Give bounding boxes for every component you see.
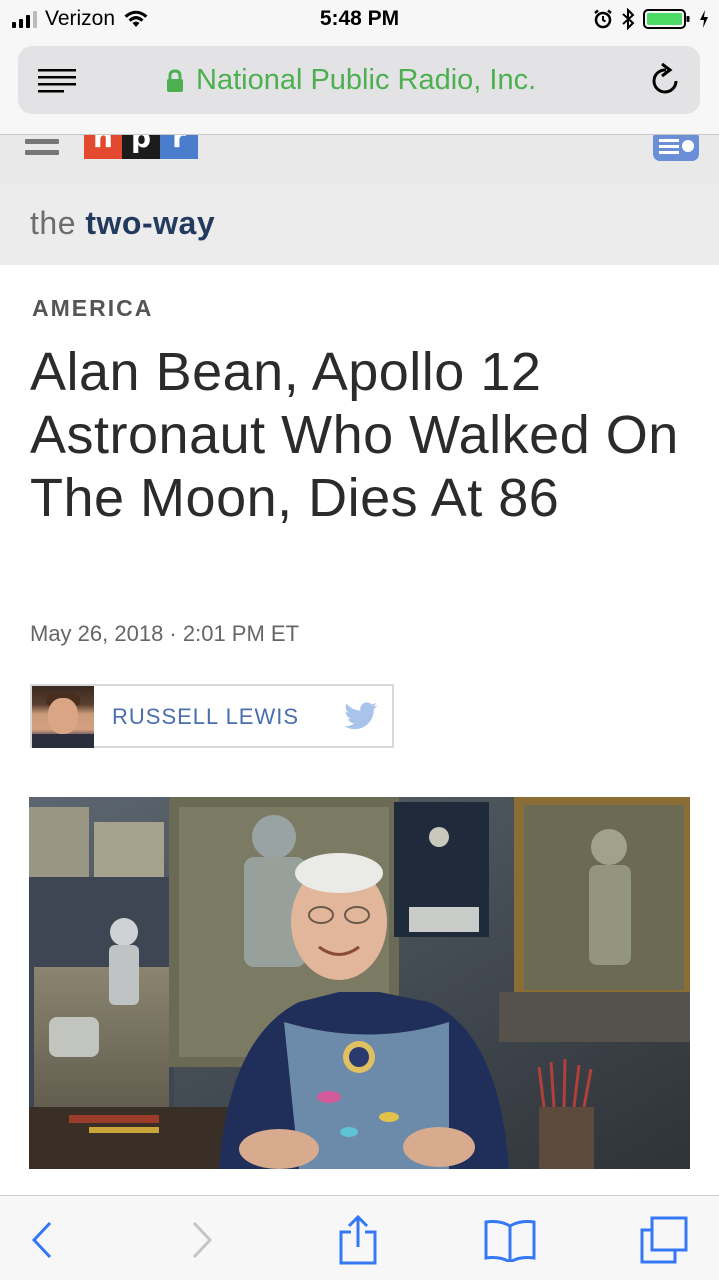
section-name: two-way [85,205,216,241]
author-name[interactable]: RUSSELL LEWIS [112,704,299,730]
logo-letter-n: n [84,135,122,159]
share-button[interactable] [328,1212,388,1268]
lock-icon [167,68,183,92]
hamburger-menu-icon[interactable] [25,139,59,161]
tabs-button[interactable] [634,1212,694,1268]
bluetooth-icon [622,8,635,30]
section-banner[interactable]: the two-way [0,185,719,265]
logo-letter-p: p [122,135,160,159]
author-byline[interactable]: RUSSELL LEWIS [30,684,394,748]
article: AMERICA Alan Bean, Apollo 12 Astronaut W… [0,265,719,1195]
astronaut-artist-photo [29,797,690,1169]
radio-player-icon[interactable] [653,135,699,161]
article-headline: Alan Bean, Apollo 12 Astronaut Who Walke… [30,342,679,528]
address-bar[interactable]: National Public Radio, Inc. [18,46,700,114]
section-title[interactable]: the two-way [30,205,215,242]
bookmarks-button[interactable] [480,1212,540,1268]
url-label: National Public Radio, Inc. [196,64,537,96]
article-dateline: May 26, 2018 · 2:01 PM ET [30,621,300,646]
back-icon [31,1221,52,1259]
bookmarks-icon [484,1220,536,1262]
status-right [593,8,709,30]
back-button[interactable] [12,1212,72,1268]
twitter-icon[interactable] [344,702,378,730]
status-bar: Verizon 5:48 PM [0,0,719,40]
article-kicker[interactable]: AMERICA [32,295,153,322]
section-prefix: the [30,205,76,241]
browser-toolbar [0,1195,719,1280]
site-header: n p r [0,135,719,185]
reader-mode-icon[interactable] [38,68,76,94]
charging-icon [700,10,708,28]
alarm-icon [594,9,612,29]
tabs-icon [640,1216,688,1264]
article-photo[interactable] [29,797,690,1169]
npr-logo[interactable]: n p r [84,135,198,159]
forward-icon [192,1221,213,1259]
share-icon [339,1215,377,1265]
author-avatar[interactable] [32,686,94,748]
url-display[interactable]: National Public Radio, Inc. [166,64,536,97]
forward-button[interactable] [172,1212,232,1268]
reload-icon[interactable] [650,62,682,96]
browser-chrome: National Public Radio, Inc. [0,40,719,135]
logo-letter-r: r [160,135,198,159]
battery-icon [643,9,690,29]
